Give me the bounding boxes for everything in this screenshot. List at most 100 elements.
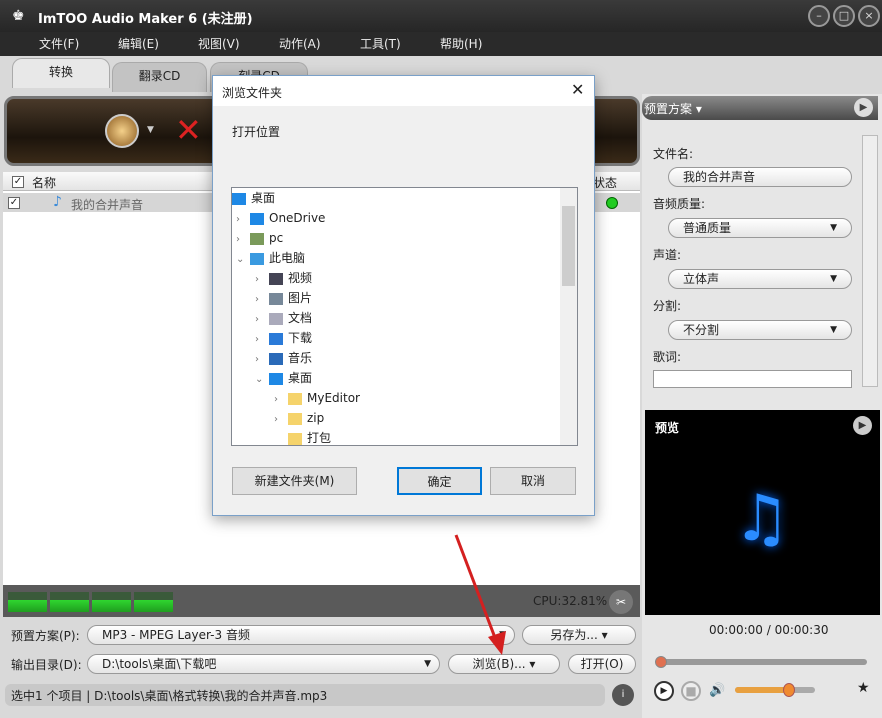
select-all-checkbox[interactable]: ✓ xyxy=(12,176,24,188)
snapshot-icon[interactable]: ★ xyxy=(857,680,870,696)
filename-input[interactable]: 我的合并声音 xyxy=(668,167,852,187)
output-dir-select[interactable]: D:\tools\桌面\下载吧▼ xyxy=(87,654,440,674)
output-dir-value: D:\tools\桌面\下载吧 xyxy=(102,657,216,671)
tree-item[interactable]: › 图片 xyxy=(255,288,312,308)
channel-value: 立体声 xyxy=(683,272,719,286)
waveform-meter xyxy=(134,592,173,612)
tab-rip-cd[interactable]: 翻录CD xyxy=(112,62,207,92)
split-value: 不分割 xyxy=(683,323,719,337)
arrow-right-icon[interactable]: ▶ xyxy=(853,416,872,435)
tree-item[interactable]: 桌面 xyxy=(232,188,275,208)
maximize-button[interactable]: □ xyxy=(833,5,855,27)
chevron-icon[interactable]: › xyxy=(274,410,288,430)
save-as-button[interactable]: 另存为... ▾ xyxy=(522,625,636,645)
tree-item[interactable]: › MyEditor xyxy=(274,388,360,408)
folder-icon xyxy=(288,433,302,445)
ok-button[interactable]: 确定 xyxy=(397,467,482,495)
chevron-icon[interactable]: ⌄ xyxy=(255,370,269,390)
tree-item[interactable]: ›下载 xyxy=(255,328,312,348)
chevron-icon[interactable]: › xyxy=(274,390,288,410)
chevron-down-icon: ▼ xyxy=(830,321,837,339)
volume-handle[interactable] xyxy=(783,683,795,697)
volume-slider[interactable] xyxy=(735,687,815,693)
row-checkbox[interactable]: ✓ xyxy=(8,197,20,209)
lyrics-label: 歌词: xyxy=(653,348,681,365)
cancel-button[interactable]: 取消 xyxy=(490,467,576,495)
tree-item-label: 打包 xyxy=(307,431,331,445)
menu-tools[interactable]: 工具(T) xyxy=(360,35,401,52)
chevron-icon[interactable]: › xyxy=(255,350,269,370)
tree-item[interactable]: 打包 xyxy=(274,428,331,448)
menu-view[interactable]: 视图(V) xyxy=(198,35,240,52)
menu-help[interactable]: 帮助(H) xyxy=(440,35,482,52)
play-button[interactable]: ▶ xyxy=(654,681,674,701)
app-logo-icon: ♚ xyxy=(12,8,25,24)
preview-panel: 预览 ▶ ♫ xyxy=(645,410,880,615)
settings-scrollbar[interactable] xyxy=(862,135,878,387)
column-name[interactable]: 名称 xyxy=(32,174,56,191)
dialog-close-icon[interactable]: ✕ xyxy=(571,80,584,99)
new-folder-button[interactable]: 新建文件夹(M) xyxy=(232,467,357,495)
status-ok-icon xyxy=(606,197,618,209)
tree-item-label: 文档 xyxy=(288,311,312,325)
tree-item[interactable]: ›视频 xyxy=(255,268,312,288)
settings-tools-icon[interactable]: ✂ xyxy=(609,590,633,614)
waveform-meter xyxy=(8,592,47,612)
seek-slider[interactable] xyxy=(657,659,867,665)
tree-item-label: 音乐 xyxy=(288,351,312,365)
filename-label: 文件名: xyxy=(653,145,693,162)
volume-icon[interactable]: 🔊 xyxy=(709,683,725,698)
chevron-icon[interactable]: › xyxy=(255,310,269,330)
stop-button[interactable]: ■ xyxy=(681,681,701,701)
tree-item[interactable]: ⌄桌面 xyxy=(255,368,312,388)
tree-item[interactable]: › 文档 xyxy=(255,308,312,328)
column-status[interactable]: 状态 xyxy=(593,174,617,191)
menu-edit[interactable]: 编辑(E) xyxy=(118,35,159,52)
scroll-thumb[interactable] xyxy=(562,206,575,286)
chevron-icon[interactable]: ⌄ xyxy=(236,250,250,270)
preview-label: 预览 xyxy=(655,419,679,436)
delete-icon[interactable]: ✕ xyxy=(175,111,202,149)
close-button[interactable]: × xyxy=(858,5,880,27)
dialog-title: 浏览文件夹 xyxy=(222,84,282,101)
chevron-icon[interactable]: › xyxy=(236,230,250,250)
lyrics-input[interactable] xyxy=(653,370,852,388)
tree-item[interactable]: › pc xyxy=(236,228,283,248)
tree-item-label: pc xyxy=(269,231,283,245)
menu-bar: 文件(F) 编辑(E) 视图(V) 动作(A) 工具(T) 帮助(H) xyxy=(0,32,882,56)
tree-item-label: zip xyxy=(307,411,324,425)
tree-item[interactable]: › 音乐 xyxy=(255,348,312,368)
chevron-icon[interactable]: › xyxy=(255,330,269,350)
computer-icon xyxy=(250,253,264,265)
chevron-down-icon: ▼ xyxy=(830,270,837,288)
open-button[interactable]: 打开(O) xyxy=(568,654,636,674)
quality-select[interactable]: 普通质量▼ xyxy=(668,218,852,238)
add-file-icon[interactable] xyxy=(105,114,139,148)
tab-convert[interactable]: 转换 xyxy=(12,58,110,88)
menu-file[interactable]: 文件(F) xyxy=(39,35,79,52)
download-icon xyxy=(269,333,283,345)
tree-item[interactable]: ›OneDrive xyxy=(236,208,325,228)
cpu-usage: CPU:32.81% xyxy=(533,594,607,608)
minimize-button[interactable]: – xyxy=(808,5,830,27)
tree-item[interactable]: ⌄此电脑 xyxy=(236,248,305,268)
tree-item-label: 图片 xyxy=(288,291,312,305)
arrow-right-icon[interactable]: ▶ xyxy=(854,98,873,117)
menu-action[interactable]: 动作(A) xyxy=(279,35,321,52)
chevron-icon[interactable]: › xyxy=(236,210,250,230)
waveform-meter xyxy=(92,592,131,612)
channel-select[interactable]: 立体声 ▼ xyxy=(668,269,852,289)
seek-handle[interactable] xyxy=(655,656,667,668)
chevron-icon[interactable]: › xyxy=(255,270,269,290)
preset-panel-header[interactable]: 预置方案 ▾ ▶ xyxy=(642,96,878,120)
tree-item-label: MyEditor xyxy=(307,391,360,405)
folder-tree[interactable]: 桌面›OneDrive›pc⌄此电脑›视频›图片›文档›下载›音乐⌄桌面›MyE… xyxy=(231,187,578,446)
split-select[interactable]: 不分割 ▼ xyxy=(668,320,852,340)
music-note-icon: ♫ xyxy=(733,482,790,556)
chevron-icon[interactable]: › xyxy=(255,290,269,310)
tree-scrollbar[interactable] xyxy=(560,188,577,445)
chevron-down-icon[interactable]: ▼ xyxy=(147,125,154,135)
info-icon[interactable]: i xyxy=(612,684,634,706)
tree-item[interactable]: › zip xyxy=(274,408,324,428)
browse-folder-dialog: 浏览文件夹 ✕ 打开位置 桌面›OneDrive›pc⌄此电脑›视频›图片›文档… xyxy=(212,75,595,516)
